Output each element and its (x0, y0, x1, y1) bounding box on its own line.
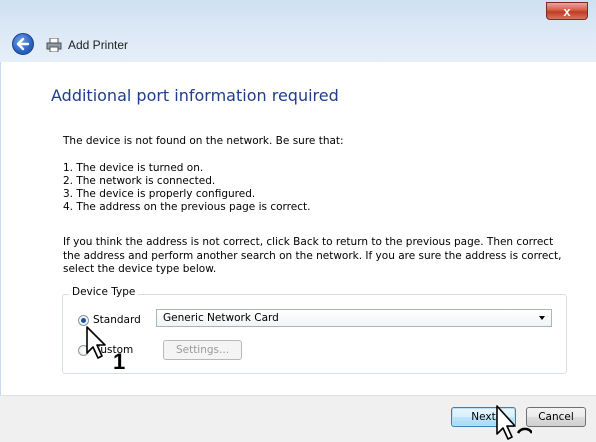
back-button[interactable] (12, 33, 34, 55)
mouse-pointer-icon (496, 405, 532, 440)
back-arrow-icon (16, 37, 30, 51)
network-card-select[interactable]: Generic Network Card (156, 309, 552, 327)
window-title: Add Printer (68, 38, 129, 52)
window-frame (0, 62, 1, 441)
checklist-item: 3. The device is properly configured. (63, 188, 256, 200)
close-icon: x (563, 4, 571, 19)
network-card-selected-value: Generic Network Card (163, 312, 279, 324)
callout-number: 1 (113, 349, 126, 374)
checklist-item: 4. The address on the previous page is c… (63, 201, 311, 213)
close-button[interactable]: x (546, 2, 588, 20)
settings-button[interactable]: Settings... (163, 340, 242, 360)
device-type-legend: Device Type (69, 286, 139, 298)
printer-icon (46, 38, 62, 52)
checklist-item: 1. The device is turned on. (63, 162, 204, 174)
device-type-group (62, 294, 567, 374)
cancel-button[interactable]: Cancel (526, 407, 586, 427)
page-heading: Additional port information required (51, 86, 339, 105)
chevron-down-icon (539, 316, 545, 320)
checklist-item: 2. The network is connected. (63, 175, 216, 187)
mouse-pointer-icon (86, 326, 106, 359)
add-printer-window: x Add Printer Additional port informatio… (0, 0, 596, 442)
title-bar: x Add Printer (0, 0, 596, 62)
intro-text: The device is not found on the network. … (63, 135, 344, 147)
instruction-paragraph: If you think the address is not correct,… (63, 236, 562, 275)
